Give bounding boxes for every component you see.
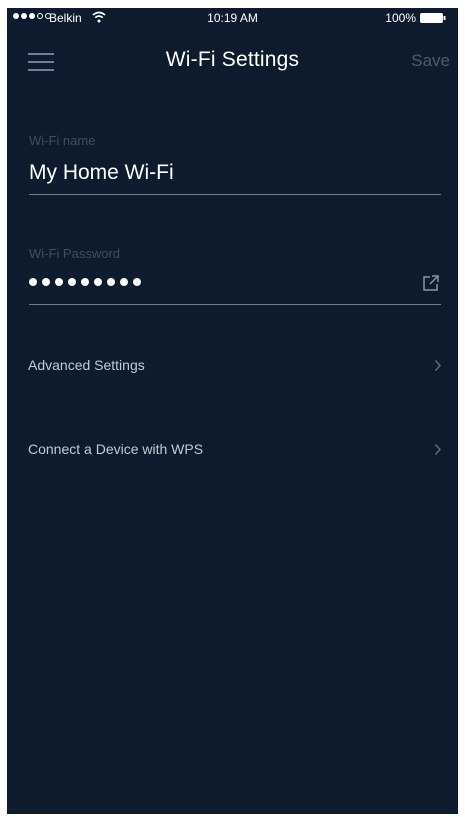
chevron-right-icon	[434, 444, 441, 455]
battery-percentage: 100%	[385, 11, 416, 25]
wifi-name-underline	[29, 194, 441, 195]
header-bar: Wi-Fi Settings Save	[7, 38, 458, 88]
connect-device-wps-label: Connect a Device with WPS	[28, 441, 204, 457]
battery-icon	[420, 13, 446, 23]
wifi-password-label: Wi-Fi Password	[29, 246, 121, 261]
wifi-name-input[interactable]: My Home Wi-Fi	[29, 161, 174, 185]
chevron-right-icon	[434, 360, 441, 371]
share-external-icon[interactable]	[422, 274, 440, 292]
wifi-password-underline	[29, 304, 441, 305]
status-bar: Belkin 10:19 AM 100%	[7, 8, 458, 28]
save-button[interactable]: Save	[411, 51, 450, 71]
wifi-settings-screen: Belkin 10:19 AM 100% Wi-Fi Settings Save…	[7, 8, 458, 814]
wifi-name-label: Wi-Fi name	[29, 133, 96, 148]
advanced-settings-row[interactable]: Advanced Settings	[7, 346, 458, 386]
page-title: Wi-Fi Settings	[165, 48, 300, 71]
advanced-settings-label: Advanced Settings	[28, 357, 145, 373]
connect-device-wps-row[interactable]: Connect a Device with WPS	[7, 430, 458, 470]
wifi-password-input[interactable]	[29, 278, 141, 286]
